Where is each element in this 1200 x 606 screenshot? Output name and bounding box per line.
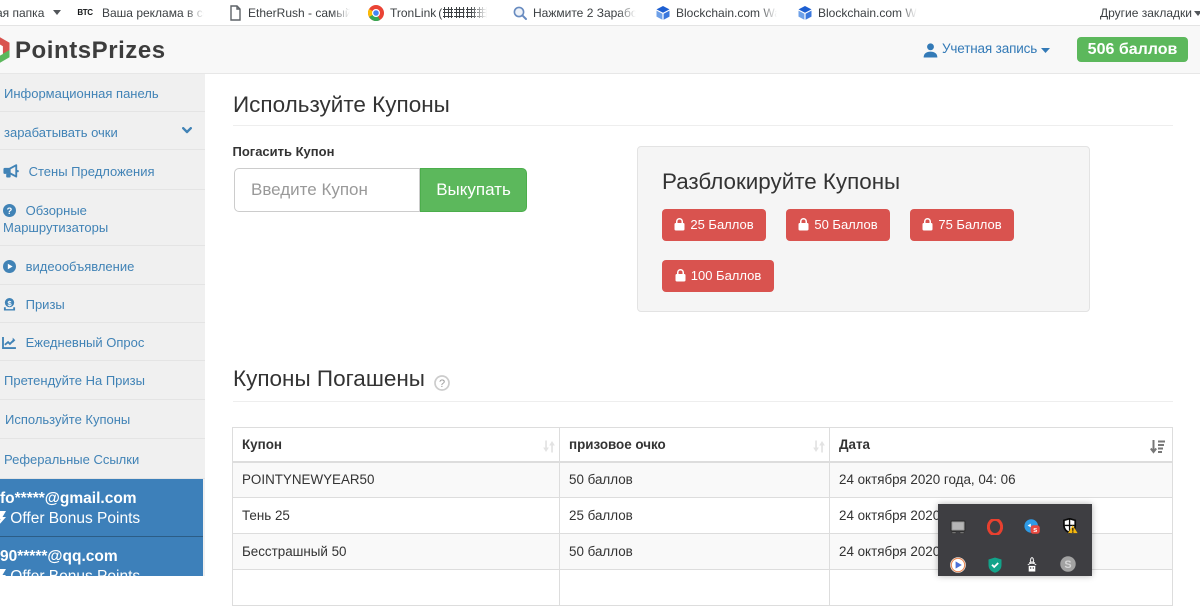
- svg-text:S: S: [1064, 559, 1071, 571]
- svg-text:?: ?: [7, 206, 13, 216]
- svg-text:?: ?: [439, 378, 445, 390]
- svg-text:s: s: [1033, 525, 1037, 534]
